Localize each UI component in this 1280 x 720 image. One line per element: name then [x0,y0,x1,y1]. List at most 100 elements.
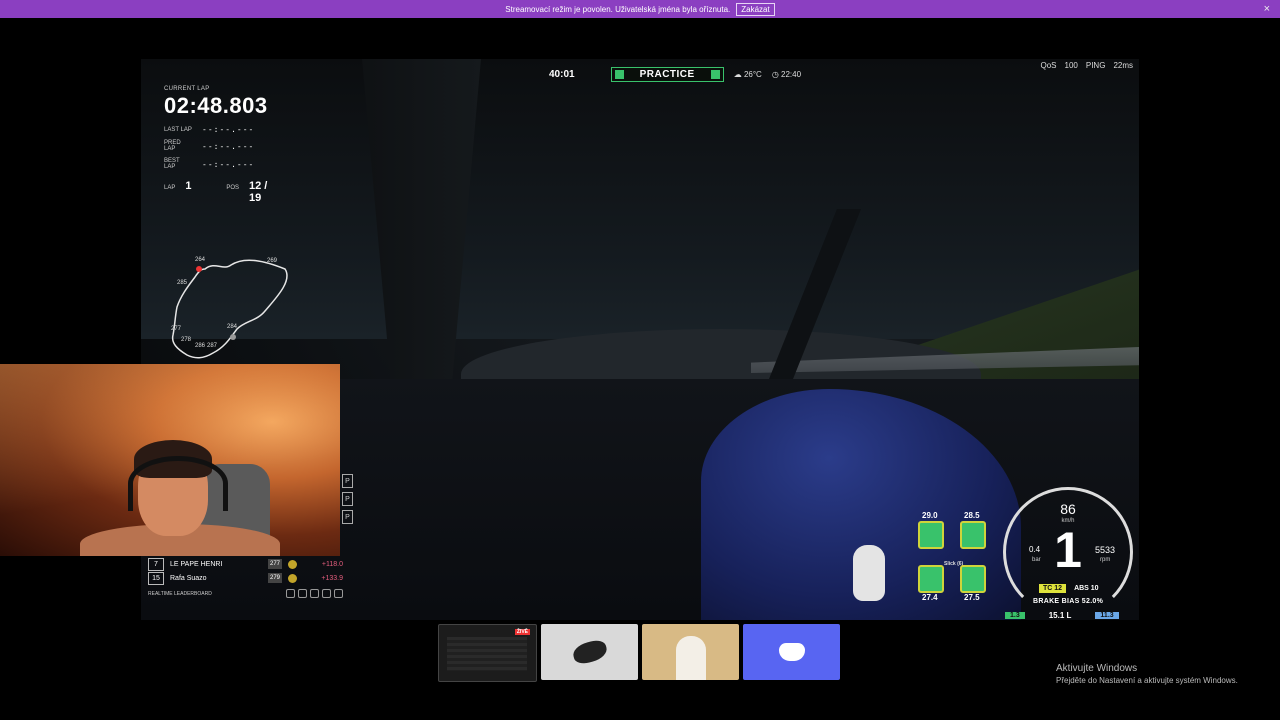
brand-logo-icon [570,637,609,667]
filter-icon[interactable] [286,589,295,598]
tyre-pressure-fl: 29.0 [922,511,938,520]
avatar [675,636,706,680]
fuel-laps-left: 11.3 [1095,612,1119,619]
speed-value: 86 [1060,501,1076,517]
gap-value: +118.0 [321,560,343,568]
realtime-leaderboard: 7 LE PAPE HENRI 277 +118.0 15 Rafa Suazo… [148,557,343,598]
last-lap-label: LAST LAP [164,126,192,133]
settings-icon[interactable] [334,589,343,598]
tyre-fl [918,521,944,549]
map-label: 286 [195,343,206,349]
cloud-icon: ☁ [733,70,742,79]
driver-name: Rafa Suazo [170,574,207,582]
map-label: 278 [181,337,192,343]
tyre-rl [918,565,944,593]
ping-label: PING [1085,61,1106,70]
pred-lap-time: --:--.--- [202,141,255,151]
lap-timing: CURRENT LAP 02:48.803 LAST LAP --:--.--- … [164,86,274,204]
tyre-rr [960,565,986,593]
lap-number: 1 [185,180,192,192]
tyre-pressure-fr: 28.5 [964,511,980,520]
tyre-fr [960,521,986,549]
position-value: 12 / 19 [249,180,268,204]
player-marker [196,266,202,272]
globe-icon[interactable] [322,589,331,598]
current-lap-time: 02:48.803 [164,93,268,118]
map-label: 285 [177,280,188,286]
headset [128,456,228,511]
row-position: 7 [148,557,164,571]
class-icon [288,559,297,569]
rpm-unit: rpm [1100,557,1111,563]
windows-activation-watermark: Aktivujte Windows Přejděte do Nastavení … [1056,663,1238,685]
disable-button[interactable]: Zakázat [736,2,775,16]
boost-value: 0.4 [1029,545,1041,554]
session-type: PRACTICE [610,67,724,82]
car-marker [230,334,236,340]
best-lap-label: BEST LAP [164,158,180,170]
stream-tile-logo[interactable] [541,624,638,680]
network-stats: QoS 100 PING 22ms [1041,61,1134,70]
map-label: 264 [195,257,206,263]
qos-value: 100 [1064,61,1078,70]
car-number: 279 [268,573,282,583]
leaderboard-footer: REALTIME LEADERBOARD [148,589,343,598]
tyre-pressure-rl: 27.4 [922,593,938,602]
flag-icon [710,70,720,79]
close-icon[interactable]: × [1264,3,1270,15]
leaderboard-title: REALTIME LEADERBOARD [148,590,212,597]
flag-icon [614,70,624,79]
current-lap-label: CURRENT LAP [164,86,210,92]
fuel-row: 1.3 15.1 L 11.3 [1005,611,1119,620]
session-bar: 40:01 PRACTICE ☁ 26°C ◷ 22:40 [549,67,801,82]
stream-tile-screen[interactable]: ŽIVĚ [438,624,537,682]
position-label: POS [226,185,239,191]
qos-label: QoS [1040,61,1057,70]
map-label: 277 [171,326,182,332]
brake-bias: BRAKE BIAS 52.0% [1033,598,1104,605]
pit-icon: P [342,474,353,488]
clock-value: 22:40 [781,70,802,79]
activation-title: Aktivujte Windows [1056,663,1138,674]
stream-tiles: ŽIVĚ [438,624,840,682]
clock: ◷ 22:40 [772,70,801,79]
lap-label: LAP [164,185,176,191]
tyre-pressure-rr: 27.5 [964,593,980,602]
list-icon[interactable] [298,589,307,598]
stream-tile-avatar[interactable] [642,624,739,680]
track-map: 264 269 285 277 278 286 287 284 [171,257,288,359]
weather: ☁ 26°C [734,70,762,79]
map-label: 269 [267,258,278,264]
leaderboard-row: 7 LE PAPE HENRI 277 +118.0 [148,557,343,571]
screen-preview [447,637,527,671]
pit-icon: P [342,492,353,506]
class-filter-icon[interactable] [310,589,319,598]
last-lap-time: --:--.--- [202,125,255,134]
tc-badge: TC 12 [1039,584,1067,593]
fuel-per-lap: 1.3 [1005,612,1025,619]
car-top-view-icon [853,545,885,601]
session-label: PRACTICE [639,69,695,80]
pred-lap-label: PRED LAP [164,140,181,152]
class-icon [288,573,297,583]
rpm-value: 5533 [1095,545,1116,555]
map-label: 284 [227,324,238,330]
leaderboard-row: 15 Rafa Suazo 279 +133.9 [148,571,343,585]
streaming-mode-banner: Streamovací režim je povolen. Uživatelsk… [0,0,1280,18]
abs-value: ABS 10 [1074,585,1099,592]
car-number: 277 [268,559,282,569]
webcam-overlay [0,364,340,556]
activation-subtitle: Přejděte do Nastavení a aktivujte systém… [1056,676,1238,685]
gap-value: +133.9 [321,574,343,582]
discord-icon [778,643,805,661]
track-outline [171,259,288,359]
aids-row: TC 12 ABS 10 [1039,584,1099,593]
pit-icons: P P P [342,474,353,524]
temperature: 26°C [743,70,762,79]
clock-icon: ◷ [771,70,779,79]
driver-name: LE PAPE HENRI [170,560,223,568]
stream-tile-discord[interactable] [743,624,840,680]
row-position: 15 [148,571,164,585]
tyre-panel: 29.0 28.5 Slick (6) 27.4 27.5 [916,509,1011,609]
fuel-value: 15.1 L [1048,611,1072,620]
